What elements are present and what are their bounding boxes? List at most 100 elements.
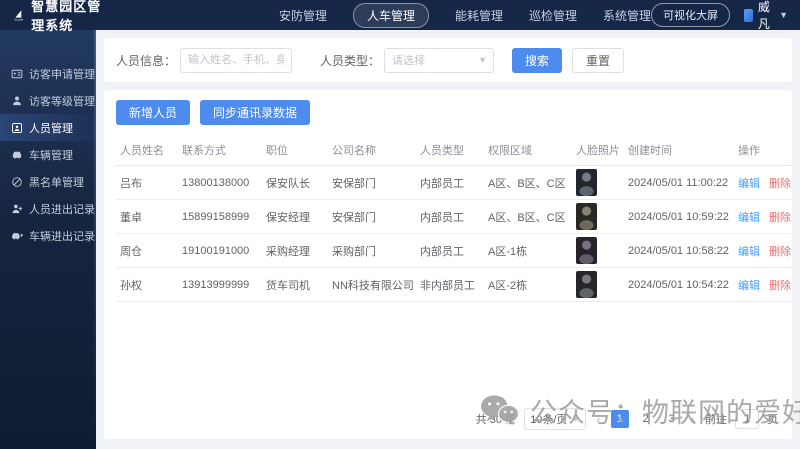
nav-system[interactable]: 系统管理 — [603, 4, 651, 27]
sidebar-item-personnel[interactable]: 人员管理 — [0, 114, 96, 141]
cell-company: 安保部门 — [328, 199, 416, 234]
page-number-2[interactable]: 2 — [637, 410, 655, 428]
table-header-row: 人员姓名 联系方式 职位 公司名称 人员类型 权限区域 人脸照片 创建时间 操作 — [116, 135, 794, 166]
cell-area: A区-2栋 — [484, 267, 572, 302]
id-card-icon — [11, 69, 23, 78]
person-type-placeholder: 请选择 — [392, 55, 426, 67]
cell-company: NN科技有限公司 — [328, 267, 416, 302]
person-info-input[interactable] — [180, 47, 293, 73]
top-header: 智慧园区管理系统 安防管理 人车管理 能耗管理 巡检管理 系统管理 可视化大屏 … — [0, 0, 800, 33]
col-company: 公司名称 — [328, 135, 416, 166]
table-card: 新增人员 同步通讯录数据 人员姓名 联系方式 职位 公司名称 人员类型 权限区域… — [104, 90, 794, 439]
cell-company: 采购部门 — [328, 233, 416, 268]
chevron-down-icon: ▼ — [478, 55, 488, 65]
col-actions: 操作 — [734, 135, 794, 166]
sidebar-item-person-records[interactable]: 人员进出记录 — [0, 195, 96, 222]
cell-type: 非内部员工 — [416, 267, 484, 302]
pagination: 共 30 条 10条/页 ▼ ‹ 1 2 3 › 前往 页 — [476, 408, 778, 430]
edit-link[interactable]: 编辑 — [738, 178, 760, 190]
nav-security[interactable]: 安防管理 — [279, 4, 327, 27]
cell-company: 安保部门 — [328, 165, 416, 200]
table-row: 周仓 19100191000 采购经理 采购部门 内部员工 A区-1栋 2024… — [116, 233, 794, 268]
table-row: 董卓 15899158999 保安经理 安保部门 内部员工 A区、B区、C区 2… — [116, 199, 794, 234]
sync-contacts-button[interactable]: 同步通讯录数据 — [200, 100, 311, 125]
delete-link[interactable]: 删除 — [769, 212, 791, 224]
filter-bar: 人员信息： 人员类型： 请选择 ▼ 搜索 重置 — [104, 38, 792, 82]
user-name: 威凡 — [757, 0, 770, 31]
goto-label: 前往 — [705, 414, 727, 426]
sidebar-item-label: 人员进出记录 — [29, 203, 95, 216]
table-toolbar: 新增人员 同步通讯录数据 — [116, 100, 780, 125]
car-exit-icon — [12, 232, 23, 239]
sidebar-item-vehicle-records[interactable]: 车辆进出记录 — [0, 222, 96, 249]
person-icon — [13, 96, 21, 105]
cell-phone: 13800138000 — [178, 165, 262, 200]
cell-created: 2024/05/01 10:58:22 — [624, 233, 734, 268]
cell-created: 2024/05/01 10:54:22 — [624, 267, 734, 302]
edit-link[interactable]: 编辑 — [738, 280, 760, 292]
cell-name: 董卓 — [116, 199, 178, 234]
sidebar-item-label: 人员管理 — [29, 122, 73, 135]
face-photo — [576, 271, 597, 298]
sidebar-item-blacklist[interactable]: 黑名单管理 — [0, 168, 96, 195]
cell-phone: 19100191000 — [178, 233, 262, 268]
cell-name: 周仓 — [116, 233, 178, 268]
visualization-screen-button[interactable]: 可视化大屏 — [651, 3, 731, 27]
cell-created: 2024/05/01 10:59:22 — [624, 199, 734, 234]
add-person-button[interactable]: 新增人员 — [116, 100, 191, 125]
face-photo — [576, 169, 597, 196]
per-page-select[interactable]: 10条/页 ▼ — [524, 408, 587, 430]
app-logo: 智慧园区管理系统 — [12, 0, 114, 34]
reset-button[interactable]: 重置 — [572, 47, 625, 73]
delete-link[interactable]: 删除 — [769, 246, 791, 258]
person-type-label: 人员类型： — [320, 53, 381, 68]
app-screen: 智慧园区管理系统 安防管理 人车管理 能耗管理 巡检管理 系统管理 可视化大屏 … — [0, 0, 800, 449]
next-page-button[interactable]: › — [689, 412, 697, 427]
table-row: 孙权 13913999999 货车司机 NN科技有限公司 非内部员工 A区-2栋… — [116, 267, 794, 302]
delete-link[interactable]: 删除 — [769, 178, 791, 190]
nav-people-vehicle[interactable]: 人车管理 — [353, 2, 430, 28]
cell-position: 货车司机 — [262, 267, 328, 302]
col-area: 权限区域 — [484, 135, 572, 166]
sidebar-item-vehicle[interactable]: 车辆管理 — [0, 141, 96, 168]
cell-area: A区、B区、C区 — [484, 165, 572, 200]
cell-position: 保安经理 — [262, 199, 328, 234]
header-right: 可视化大屏 威凡 ▼ — [651, 0, 788, 32]
cell-area: A区-1栋 — [484, 233, 572, 268]
cell-type: 内部员工 — [416, 165, 484, 200]
cell-position: 采购经理 — [262, 233, 328, 268]
nav-energy[interactable]: 能耗管理 — [455, 4, 503, 27]
col-position: 职位 — [262, 135, 328, 166]
main-content: 人员信息： 人员类型： 请选择 ▼ 搜索 重置 新增人员 同步通讯录数据 — [96, 30, 800, 449]
prev-page-button[interactable]: ‹ — [594, 412, 602, 427]
sail-logo-icon — [13, 10, 24, 21]
user-menu[interactable]: 威凡 ▼ — [744, 0, 788, 32]
face-photo — [576, 203, 597, 230]
total-count: 共 30 条 — [475, 414, 517, 426]
cell-phone: 13913999999 — [178, 267, 262, 302]
block-list-icon — [12, 176, 22, 187]
sidebar-item-visitor-apply[interactable]: 访客申请管理 — [0, 60, 96, 87]
delete-link[interactable]: 删除 — [769, 280, 791, 292]
person-info-label: 人员信息： — [116, 53, 177, 68]
face-photo — [576, 237, 597, 264]
app-title: 智慧园区管理系统 — [31, 0, 102, 33]
nav-inspection[interactable]: 巡检管理 — [529, 4, 577, 27]
edit-link[interactable]: 编辑 — [738, 212, 760, 224]
user-avatar — [744, 8, 753, 22]
sidebar-item-visitor-level[interactable]: 访客等级管理 — [0, 87, 96, 114]
sidebar-item-label: 车辆管理 — [29, 149, 73, 162]
page-number-1[interactable]: 1 — [610, 410, 629, 428]
per-page-value: 10条/页 — [530, 414, 568, 426]
sidebar: 访客申请管理 访客等级管理 人员管理 车辆管理 黑名单管理 人员进出记录 车辆进… — [0, 30, 96, 449]
edit-link[interactable]: 编辑 — [738, 246, 760, 258]
person-type-select[interactable]: 请选择 ▼ — [384, 47, 495, 73]
page-number-3[interactable]: 3 — [663, 410, 681, 428]
search-button[interactable]: 搜索 — [512, 47, 563, 73]
top-nav: 安防管理 人车管理 能耗管理 巡检管理 系统管理 — [279, 2, 651, 28]
goto-page-input[interactable] — [735, 409, 759, 429]
sidebar-item-label: 黑名单管理 — [29, 176, 84, 189]
col-created: 创建时间 — [624, 135, 734, 166]
sidebar-item-label: 访客申请管理 — [29, 68, 95, 81]
cell-created: 2024/05/01 11:00:22 — [624, 165, 734, 200]
